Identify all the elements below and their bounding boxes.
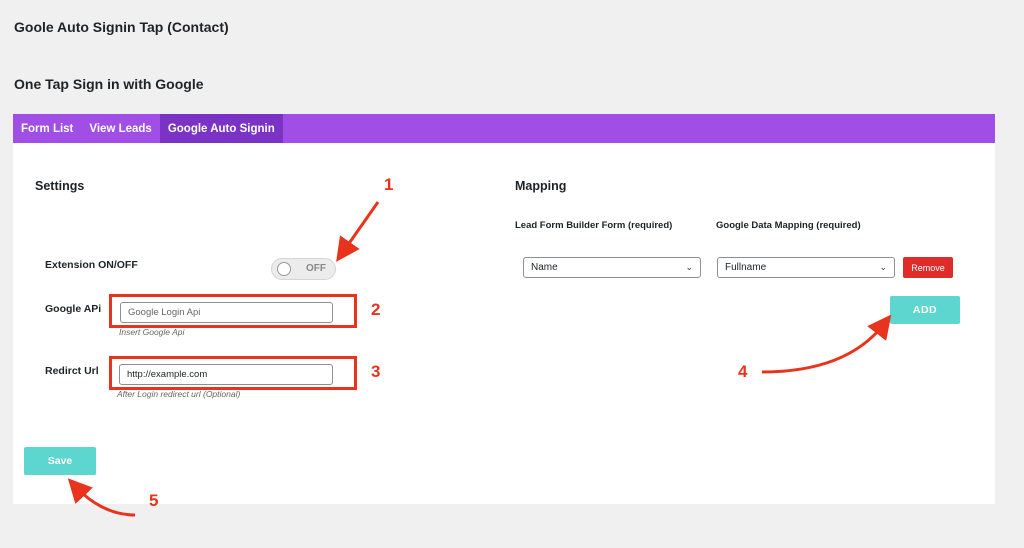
- extension-label: Extension ON/OFF: [45, 259, 138, 271]
- annotation-number-4: 4: [738, 362, 748, 381]
- annotation-number-5: 5: [149, 491, 159, 510]
- section-title: One Tap Sign in with Google: [14, 76, 204, 92]
- annotation-box-3: [109, 356, 357, 390]
- chevron-down-icon: ⌄: [879, 262, 887, 272]
- google-api-label: Google APi: [45, 303, 102, 315]
- add-mapping-button[interactable]: ADD: [890, 296, 960, 324]
- google-data-field-value: Fullname: [725, 262, 767, 273]
- lead-form-field-select[interactable]: Name ⌄: [523, 257, 701, 278]
- annotation-box-2: [109, 294, 357, 328]
- tab-google-auto-signin[interactable]: Google Auto Signin: [159, 114, 283, 143]
- remove-mapping-button[interactable]: Remove: [903, 257, 953, 278]
- settings-heading: Settings: [35, 179, 85, 193]
- mapping-heading: Mapping: [515, 179, 567, 193]
- google-data-field-select[interactable]: Fullname ⌄: [717, 257, 895, 278]
- tab-form-list[interactable]: Form List: [13, 114, 81, 143]
- annotation-number-3: 3: [371, 362, 381, 381]
- google-mapping-column-header: Google Data Mapping (required): [716, 220, 861, 231]
- toggle-knob: [277, 262, 291, 276]
- tab-view-leads[interactable]: View Leads: [81, 114, 159, 143]
- save-button[interactable]: Save: [24, 447, 96, 475]
- annotation-number-1: 1: [384, 175, 394, 194]
- tab-bar: Form List View Leads Google Auto Signin: [13, 114, 995, 143]
- lead-form-column-header: Lead Form Builder Form (required): [515, 220, 673, 231]
- chevron-down-icon: ⌄: [685, 262, 693, 272]
- toggle-state-text: OFF: [306, 263, 326, 274]
- redirect-url-hint: After Login redirect url (Optional): [117, 389, 241, 399]
- redirect-url-label: Redirct Url: [45, 365, 99, 377]
- annotation-number-2: 2: [371, 300, 381, 319]
- google-api-hint: Insert Google Api: [119, 327, 185, 337]
- lead-form-field-value: Name: [531, 262, 558, 273]
- extension-toggle[interactable]: OFF: [271, 258, 336, 280]
- page-title: Goole Auto Signin Tap (Contact): [14, 19, 229, 35]
